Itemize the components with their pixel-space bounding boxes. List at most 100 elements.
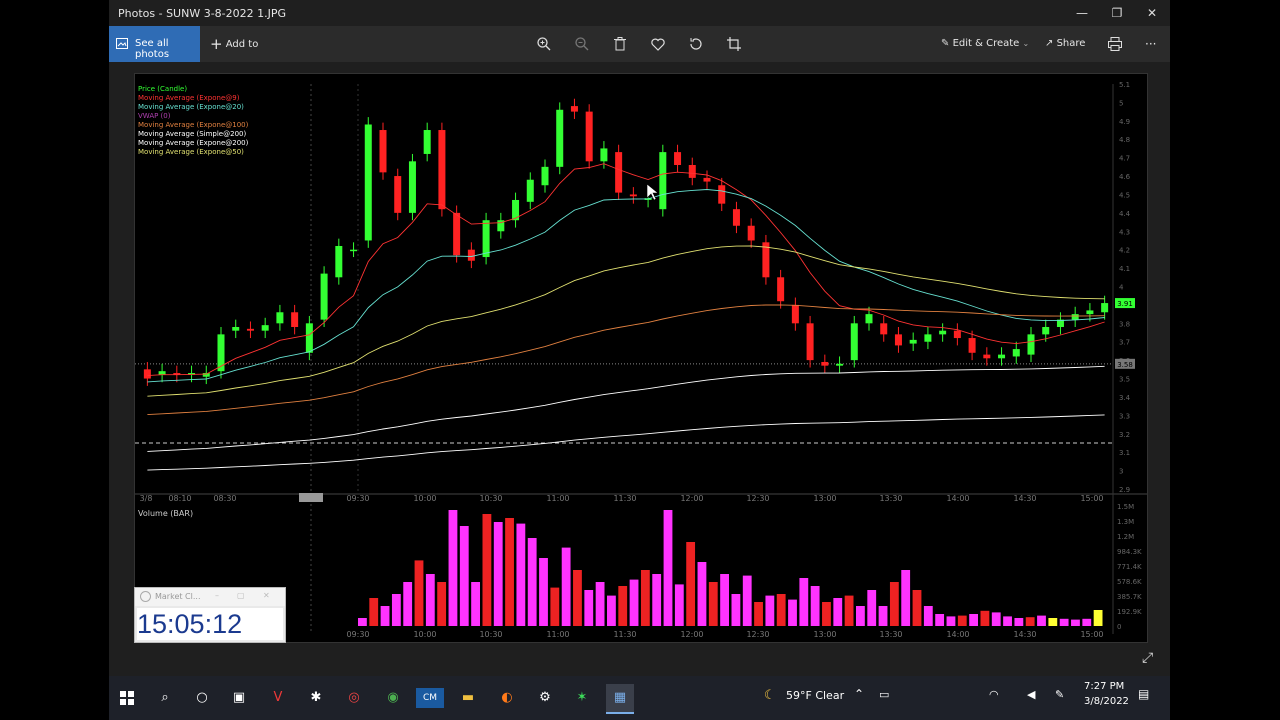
print-icon[interactable] — [1107, 36, 1123, 52]
weather-label[interactable]: 59°F Clear — [786, 689, 844, 702]
volume-bar — [380, 606, 390, 626]
fullscreen-expand-icon[interactable]: ⤢ — [1142, 650, 1160, 668]
add-to-button[interactable]: + Add to — [210, 26, 258, 62]
candle-body — [482, 220, 490, 258]
moon-icon: ☾ — [764, 688, 776, 703]
zoom-out-icon[interactable] — [574, 36, 590, 52]
favorite-icon[interactable] — [650, 36, 666, 52]
volume-x-tick-label: 09:30 — [346, 630, 369, 639]
y-tick-label: 4.7 — [1119, 155, 1130, 163]
vivaldi-icon[interactable]: V — [264, 684, 292, 712]
legend-item: Moving Average (Expone@50) — [138, 148, 244, 156]
y-tick-label: 3.4 — [1119, 394, 1131, 402]
cursor-time-box — [299, 493, 323, 502]
candle-body — [335, 246, 343, 278]
network-icon[interactable]: ◠ — [989, 688, 999, 701]
chrome-icon[interactable]: ◉ — [379, 684, 407, 712]
cortana-icon[interactable]: ○ — [188, 684, 216, 712]
volume-bar — [1003, 616, 1012, 626]
maximize-button[interactable]: ❐ — [1099, 0, 1135, 26]
y-tick-label: 3 — [1119, 468, 1123, 476]
volume-x-tick-label: 10:30 — [479, 630, 502, 639]
legend-item: Moving Average (Expone@20) — [138, 103, 244, 111]
volume-icon[interactable]: ◀ — [1027, 688, 1035, 701]
stock-chart: 5.154.94.84.74.64.54.44.34.24.143.93.83.… — [135, 81, 1147, 639]
volume-bar — [686, 542, 696, 626]
volume-tick-label: 1.2M — [1117, 533, 1134, 541]
ema50-line — [147, 245, 1105, 397]
y-tick-label: 5 — [1119, 99, 1123, 107]
volume-bar — [1048, 618, 1058, 626]
x-tick-label: 13:30 — [879, 494, 902, 503]
candle-body — [924, 334, 932, 342]
chrome-alt-icon[interactable]: ◎ — [340, 684, 368, 712]
photos-app-window: Photos - SUNW 3-8-2022 1.JPG — ❐ ✕ See a… — [109, 0, 1170, 676]
minimize-button[interactable]: — — [1064, 0, 1100, 26]
share-label: Share — [1056, 38, 1086, 49]
share-button[interactable]: ↗ Share — [1045, 26, 1085, 62]
volume-bar — [358, 618, 367, 626]
start-button[interactable] — [113, 684, 141, 712]
volume-bar — [1082, 618, 1092, 626]
more-options-button[interactable]: ··· — [1145, 26, 1156, 62]
candle-body — [1071, 314, 1079, 320]
settings-icon[interactable]: ⚙ — [531, 684, 559, 712]
y-tick-label: 4.1 — [1119, 265, 1130, 273]
volume-bar — [912, 590, 922, 626]
search-icon[interactable]: ⌕ — [151, 684, 179, 712]
zoom-in-icon[interactable] — [536, 36, 552, 52]
taskbar-date[interactable]: 3/8/2022 — [1084, 696, 1129, 707]
candle-body — [217, 334, 225, 372]
candle-body — [1012, 349, 1020, 357]
chevron-down-icon: ⌄ — [1022, 39, 1030, 48]
candle-body — [659, 152, 667, 210]
candle-body — [629, 194, 637, 197]
volume-bar — [516, 523, 526, 626]
volume-bar — [901, 570, 911, 626]
volume-bar — [1071, 619, 1080, 626]
volume-bar — [493, 522, 503, 626]
y-tick-label: 3.3 — [1119, 412, 1130, 420]
ema9-line — [147, 163, 1105, 377]
volume-bar — [1037, 615, 1046, 626]
excel-like-icon[interactable]: ✶ — [568, 684, 596, 712]
x-tick-label: 11:00 — [546, 494, 569, 503]
gallery-icon — [116, 38, 128, 49]
edit-create-button[interactable]: ✎ Edit & Create ⌄ — [941, 26, 1029, 62]
candle-body — [202, 373, 210, 377]
windows-logo-icon — [120, 691, 134, 705]
plus-icon: + — [210, 35, 223, 53]
candle-body — [894, 334, 902, 346]
market-clock-widget: Market Cl... – ▢ ✕ 15:05:12 — [134, 587, 286, 643]
y-tick-label: 4 — [1119, 284, 1124, 292]
notification-icon[interactable]: ▤ — [1138, 687, 1149, 701]
slack-icon[interactable]: ✱ — [302, 684, 330, 712]
candle-body — [143, 369, 151, 379]
candle-body — [836, 363, 844, 366]
battery-icon[interactable]: ▭ — [879, 688, 889, 701]
rotate-icon[interactable] — [688, 36, 704, 52]
crop-icon[interactable] — [726, 36, 742, 52]
volume-bar — [765, 595, 775, 626]
photos-icon[interactable]: ▦ — [606, 684, 634, 714]
close-button[interactable]: ✕ — [1134, 0, 1170, 26]
cm-icon[interactable]: CM — [416, 688, 444, 708]
firefox-icon[interactable]: ◐ — [493, 684, 521, 712]
volume-x-tick-label: 10:00 — [413, 630, 436, 639]
file-explorer-icon[interactable]: ▬ — [454, 684, 482, 712]
task-view-icon[interactable]: ▣ — [225, 684, 253, 712]
candle-body — [261, 325, 269, 331]
taskbar-time[interactable]: 7:27 PM — [1084, 681, 1124, 692]
clock-close-button[interactable]: ✕ — [263, 591, 270, 600]
candle-body — [1086, 310, 1094, 315]
volume-tick-label: 984.3K — [1117, 548, 1142, 556]
chevron-up-icon[interactable]: ⌃ — [854, 687, 864, 701]
volume-bar — [799, 578, 809, 626]
clock-minimize-button[interactable]: – — [215, 591, 219, 600]
candle-body — [556, 109, 564, 167]
see-all-photos-button[interactable]: See all photos — [109, 26, 200, 62]
clock-maximize-button[interactable]: ▢ — [237, 591, 245, 600]
delete-icon[interactable] — [612, 36, 628, 52]
volume-bar — [573, 570, 582, 626]
pen-icon[interactable]: ✎ — [1055, 688, 1064, 701]
